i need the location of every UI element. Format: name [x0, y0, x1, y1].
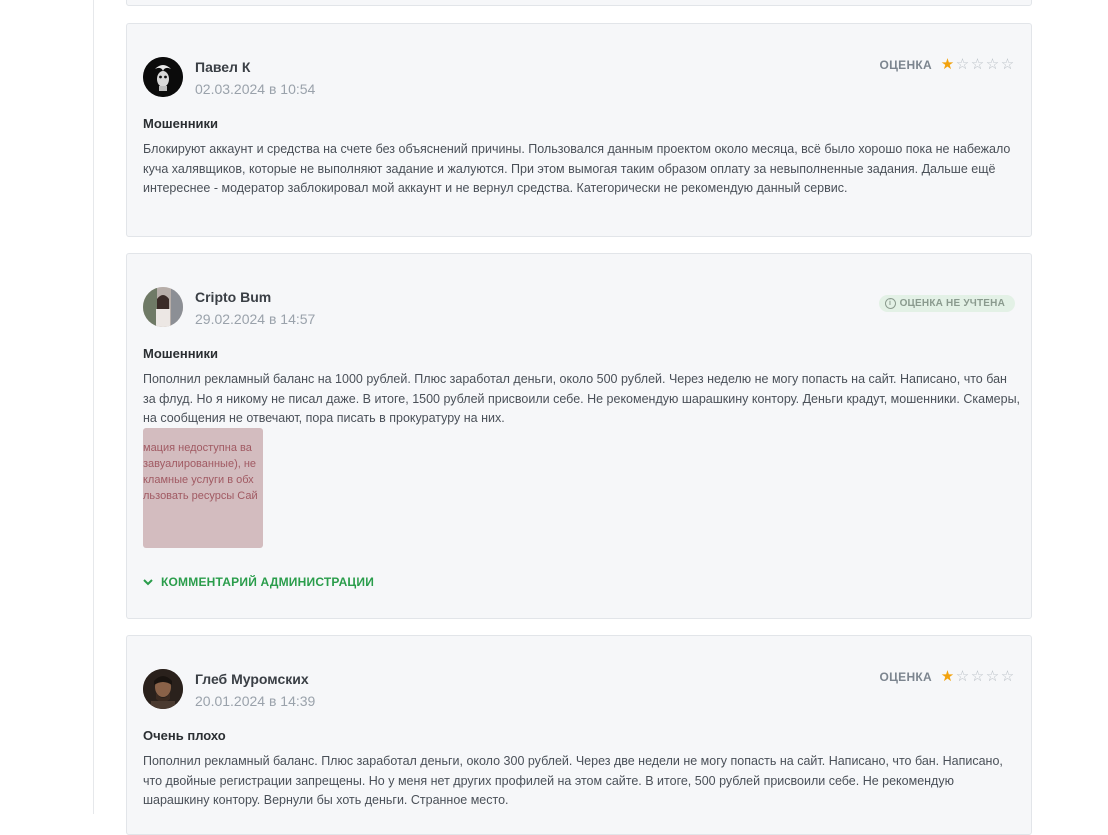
rating-label: ОЦЕНКА — [879, 669, 932, 684]
review-card: Павел К 02.03.2024 в 10:54 ОЦЕНКА ★ ☆ ☆ … — [126, 23, 1032, 237]
review-rating: ОЦЕНКА ★ ☆ ☆ ☆ ☆ — [879, 669, 1015, 684]
admin-comment-label: КОММЕНТАРИЙ АДМИНИСТРАЦИИ — [161, 575, 375, 589]
review-date: 29.02.2024 в 14:57 — [195, 311, 316, 327]
star-empty-icon: ☆ — [970, 668, 985, 685]
star-empty-icon: ☆ — [1000, 56, 1015, 73]
attachment-text-line: завуалированные), не — [143, 458, 257, 470]
info-icon: i — [884, 298, 896, 309]
attachment-text-line: льзовать ресурсы Сай — [143, 490, 258, 502]
review-card: Cripto Bum 29.02.2024 в 14:57 i ОЦЕНКА Н… — [126, 253, 1032, 619]
admin-comment-toggle[interactable]: КОММЕНТАРИЙ АДМИНИСТРАЦИИ — [143, 575, 374, 589]
avatar-image — [143, 57, 183, 97]
review-text: Блокируют аккаунт и средства на счете бе… — [143, 142, 1011, 195]
star-empty-icon: ☆ — [970, 56, 985, 73]
star-empty-icon: ☆ — [955, 668, 970, 685]
rating-label: ОЦЕНКА — [879, 57, 932, 72]
review-author[interactable]: Cripto Bum — [195, 289, 271, 305]
review-title: Мошенники — [143, 116, 219, 131]
star-empty-icon: ☆ — [955, 56, 970, 73]
star-empty-icon: ☆ — [985, 56, 1000, 73]
review-author[interactable]: Павел К — [195, 59, 250, 75]
avatar-image — [143, 287, 183, 327]
review-rating: ОЦЕНКА ★ ☆ ☆ ☆ ☆ — [879, 57, 1015, 72]
chevron-down-icon — [143, 579, 153, 586]
star-filled-icon: ★ — [940, 668, 955, 685]
review-author[interactable]: Глеб Муромских — [195, 671, 309, 687]
attachment-text-line: кламные услуги в обх — [143, 474, 254, 486]
star-filled-icon: ★ — [940, 56, 955, 73]
star-empty-icon: ☆ — [1000, 668, 1015, 685]
star-empty-icon: ☆ — [985, 668, 1000, 685]
avatar-image — [143, 669, 183, 709]
rating-stars: ★ ☆ ☆ ☆ ☆ — [940, 669, 1015, 684]
avatar[interactable] — [143, 669, 183, 709]
review-date: 20.01.2024 в 14:39 — [195, 693, 316, 709]
attachment-text-line: мация недоступна ва — [143, 442, 252, 454]
review-text: Пополнил рекламный баланс на 1000 рублей… — [143, 372, 1021, 425]
review-card: Глеб Муромских 20.01.2024 в 14:39 ОЦЕНКА… — [126, 635, 1032, 835]
avatar[interactable] — [143, 57, 183, 97]
rating-stars: ★ ☆ ☆ ☆ ☆ — [940, 57, 1015, 72]
review-text: Пополнил рекламный баланс. Плюс заработа… — [143, 754, 1003, 807]
attachment-thumbnail[interactable]: мация недоступна ва завуалированные), не… — [143, 428, 263, 548]
badge-label: ОЦЕНКА НЕ УЧТЕНА — [899, 298, 1005, 309]
review-date: 02.03.2024 в 10:54 — [195, 81, 316, 97]
review-title: Очень плохо — [143, 728, 226, 743]
sidebar-divider — [93, 0, 94, 814]
previous-review-card — [126, 0, 1032, 6]
rating-not-counted-badge: i ОЦЕНКА НЕ УЧТЕНА — [878, 295, 1015, 312]
review-title: Мошенники — [143, 346, 219, 361]
avatar[interactable] — [143, 287, 183, 327]
